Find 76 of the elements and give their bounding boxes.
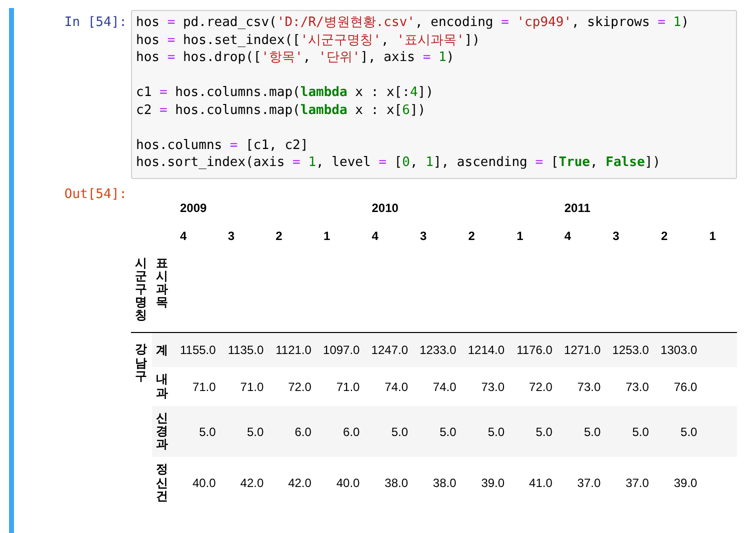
code-line: c2 = hos.columns.map(lambda x : x[6]) <box>136 102 427 119</box>
table-cell: 71.0 <box>336 380 360 394</box>
table-cell: 5.0 <box>536 424 552 439</box>
table-cell: 38.0 <box>432 476 456 490</box>
column-header: 1 <box>322 228 332 244</box>
column-header: 1 <box>516 228 524 244</box>
table-cell: 1176.0 <box>516 343 552 358</box>
column-header: 3 <box>226 228 236 244</box>
table-cell: 38.0 <box>384 476 408 490</box>
column-header: 1 <box>708 228 717 244</box>
column-header: 4 <box>179 228 188 244</box>
table-cell: 1247.0 <box>371 343 408 358</box>
column-header: 2011 <box>563 200 592 216</box>
table-cell: 73.0 <box>577 380 601 394</box>
output-prompt: Out[54]: <box>63 186 128 204</box>
table-cell: 42.0 <box>240 476 264 490</box>
table-cell: 5.0 <box>680 424 698 439</box>
column-header: 2010 <box>370 200 400 216</box>
table-cell: 40.0 <box>336 476 360 490</box>
table-cell: 39.0 <box>481 476 505 490</box>
column-header: 2009 <box>179 200 208 216</box>
column-header: 2 <box>660 228 669 244</box>
column-header: 3 <box>419 228 428 244</box>
table-cell: 1271.0 <box>564 343 601 358</box>
table-cell: 40.0 <box>192 476 216 490</box>
column-header: 3 <box>612 228 620 244</box>
row-label: 신경과 <box>156 412 168 452</box>
table-cell: 74.0 <box>432 380 456 394</box>
index-name: 시군구명칭 <box>135 256 147 322</box>
table-cell: 72.0 <box>288 380 312 394</box>
table-cell: 74.0 <box>384 380 408 394</box>
table-cell: 5.0 <box>488 424 505 439</box>
table-cell: 5.0 <box>199 424 216 439</box>
table-cell: 5.0 <box>391 424 408 439</box>
code-line: hos.sort_index(axis = 1, level = [0, 1], ascending = [True, False]) <box>136 154 662 172</box>
column-header: 2 <box>467 228 476 244</box>
table-cell: 42.0 <box>288 476 312 490</box>
table-cell: 73.0 <box>626 380 649 394</box>
table-cell: 41.0 <box>529 476 552 490</box>
table-cell: 5.0 <box>632 424 649 439</box>
code-line: hos = pd.read_csv('D:/R/병원현황.csv', encoding = 'cp949', skiprows = 1) <box>136 14 690 32</box>
column-header: 4 <box>370 228 380 244</box>
table-cell: 73.0 <box>481 380 505 394</box>
table-cell: 5.0 <box>584 424 601 439</box>
table-cell: 72.0 <box>529 380 552 394</box>
column-header: 4 <box>563 228 572 244</box>
code-editor[interactable] <box>131 10 737 178</box>
table-cell: 76.0 <box>674 380 698 394</box>
table-cell: 1135.0 <box>228 343 264 358</box>
index-name: 표시과목 <box>156 256 168 310</box>
row-label: 계 <box>156 344 168 358</box>
table-cell: 1121.0 <box>276 343 312 358</box>
table-cell: 1214.0 <box>468 343 505 358</box>
input-prompt: In [54]: <box>63 14 128 30</box>
code-line: hos = hos.set_index(['시군구명칭', '표시과목']) <box>136 32 481 49</box>
table-cell: 71.0 <box>240 380 264 394</box>
table-cell: 5.0 <box>440 424 456 439</box>
table-cell: 5.0 <box>246 424 264 439</box>
code-line: hos = hos.drop(['항목', '단위'], axis = 1) <box>136 49 456 66</box>
row-group-label: 강남구 <box>135 343 147 383</box>
table-cell: 37.0 <box>626 476 649 490</box>
table-cell: 6.0 <box>294 424 312 439</box>
table-cell: 39.0 <box>674 476 698 490</box>
table-cell: 1097.0 <box>323 343 360 358</box>
table-cell: 1155.0 <box>180 343 216 358</box>
column-header: 2 <box>274 228 284 244</box>
table-cell: 1233.0 <box>420 343 456 358</box>
row-label: 정신건 <box>156 463 168 503</box>
row-label: 내과 <box>156 373 168 400</box>
table-cell: 1253.0 <box>612 343 649 358</box>
code-line: c1 = hos.columns.map(lambda x : x[:4]) <box>136 84 434 102</box>
table-cell: 6.0 <box>343 424 360 439</box>
table-cell: 1303.0 <box>660 343 698 358</box>
code-line: hos.columns = [c1, c2] <box>136 136 310 154</box>
table-cell: 37.0 <box>577 476 601 490</box>
table-cell: 71.0 <box>192 380 216 394</box>
